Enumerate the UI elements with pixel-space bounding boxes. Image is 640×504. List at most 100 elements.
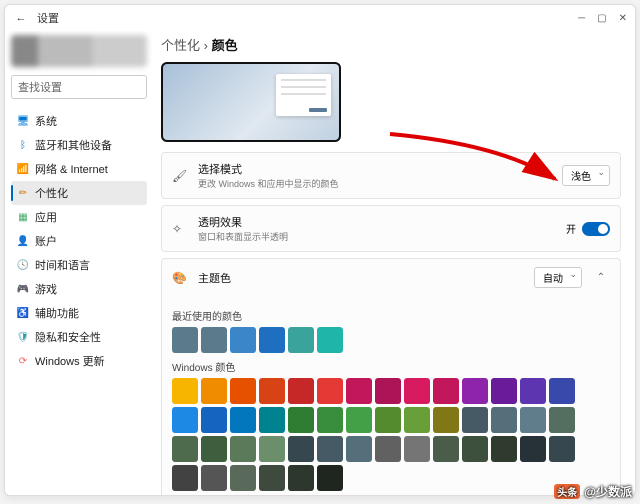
windows-color-swatch[interactable]	[172, 436, 198, 462]
minimize-button[interactable]: ─	[578, 13, 585, 24]
windows-color-swatch[interactable]	[404, 407, 430, 433]
mode-title: 选择模式	[198, 161, 552, 177]
windows-color-swatch[interactable]	[172, 378, 198, 404]
search-input[interactable]: 查找设置	[11, 75, 147, 99]
windows-color-swatch[interactable]	[288, 407, 314, 433]
windows-color-swatch[interactable]	[491, 378, 517, 404]
windows-color-swatch[interactable]	[259, 407, 285, 433]
windows-color-swatch[interactable]	[462, 378, 488, 404]
windows-color-swatch[interactable]	[404, 378, 430, 404]
recent-color-swatch[interactable]	[288, 327, 314, 353]
sidebar-item-4[interactable]: ▦应用	[11, 205, 147, 229]
nav-icon: 📶	[17, 163, 29, 175]
breadcrumb-current: 颜色	[212, 38, 238, 53]
accent-select[interactable]: 自动	[534, 267, 582, 288]
recent-color-swatch[interactable]	[259, 327, 285, 353]
sidebar-item-5[interactable]: 👤账户	[11, 229, 147, 253]
windows-color-swatch[interactable]	[375, 407, 401, 433]
windows-colors-label: Windows 颜色	[172, 359, 610, 374]
windows-color-swatch[interactable]	[230, 465, 256, 491]
breadcrumb: 个性化 › 颜色	[161, 35, 621, 54]
windows-color-swatch[interactable]	[201, 407, 227, 433]
mode-desc: 更改 Windows 和应用中显示的颜色	[198, 177, 552, 190]
windows-color-swatch[interactable]	[230, 436, 256, 462]
sidebar-item-6[interactable]: 🕓时间和语言	[11, 253, 147, 277]
windows-color-swatch[interactable]	[317, 407, 343, 433]
sidebar-item-0[interactable]: 🖥系统	[11, 109, 147, 133]
windows-color-swatch[interactable]	[288, 378, 314, 404]
sidebar-item-10[interactable]: ⟳Windows 更新	[11, 349, 147, 373]
mode-select[interactable]: 浅色	[562, 165, 610, 186]
windows-color-swatch[interactable]	[230, 407, 256, 433]
sidebar-item-2[interactable]: 📶网络 & Internet	[11, 157, 147, 181]
brush-icon: 🖌	[172, 169, 188, 183]
windows-color-swatch[interactable]	[433, 378, 459, 404]
close-button[interactable]: ✕	[619, 13, 627, 24]
windows-color-swatch[interactable]	[520, 436, 546, 462]
windows-color-swatch[interactable]	[491, 407, 517, 433]
windows-color-swatch[interactable]	[549, 378, 575, 404]
windows-color-swatch[interactable]	[549, 407, 575, 433]
windows-color-swatch[interactable]	[491, 436, 517, 462]
recent-color-swatch[interactable]	[201, 327, 227, 353]
profile-area[interactable]	[11, 35, 147, 67]
windows-color-swatch[interactable]	[346, 378, 372, 404]
nav-icon: ⟳	[17, 355, 29, 367]
windows-color-swatch[interactable]	[230, 378, 256, 404]
windows-color-swatch[interactable]	[288, 436, 314, 462]
accent-panel: 🎨 主题色 自动 ⌃ 最近使用的颜色 Windows 颜色 自定义颜色	[161, 258, 621, 495]
sidebar-item-7[interactable]: 🎮游戏	[11, 277, 147, 301]
sidebar-item-3[interactable]: ✏个性化	[11, 181, 147, 205]
windows-color-swatch[interactable]	[317, 378, 343, 404]
nav-icon: 👤	[17, 235, 29, 247]
recent-color-swatch[interactable]	[317, 327, 343, 353]
recent-color-swatch[interactable]	[230, 327, 256, 353]
windows-color-swatch[interactable]	[346, 407, 372, 433]
windows-color-swatch[interactable]	[433, 436, 459, 462]
windows-color-swatch[interactable]	[346, 436, 372, 462]
windows-color-swatch[interactable]	[201, 465, 227, 491]
sparkle-icon: ✧	[172, 222, 188, 236]
windows-color-swatch[interactable]	[172, 407, 198, 433]
nav-icon: ᛒ	[17, 139, 29, 151]
sidebar-item-9[interactable]: 🛡隐私和安全性	[11, 325, 147, 349]
collapse-button[interactable]: ⌃	[592, 272, 610, 283]
windows-color-swatch[interactable]	[317, 436, 343, 462]
windows-color-swatch[interactable]	[462, 407, 488, 433]
windows-color-swatch[interactable]	[288, 465, 314, 491]
nav-icon: ✏	[17, 187, 29, 199]
windows-color-swatch[interactable]	[201, 436, 227, 462]
windows-color-swatch[interactable]	[375, 378, 401, 404]
settings-window: ← 设置 ─ ▢ ✕ 查找设置 🖥系统ᛒ蓝牙和其他设备📶网络 & Interne…	[4, 4, 636, 496]
windows-color-swatch[interactable]	[520, 378, 546, 404]
windows-color-swatch[interactable]	[172, 465, 198, 491]
windows-color-swatch[interactable]	[375, 436, 401, 462]
windows-color-swatch[interactable]	[462, 436, 488, 462]
windows-color-swatch[interactable]	[201, 378, 227, 404]
palette-icon: 🎨	[172, 271, 188, 285]
recent-colors-label: 最近使用的颜色	[172, 308, 610, 323]
sidebar: 查找设置 🖥系统ᛒ蓝牙和其他设备📶网络 & Internet✏个性化▦应用👤账户…	[5, 31, 153, 495]
back-button[interactable]: ←	[13, 12, 29, 24]
nav-icon: 🖥	[17, 115, 29, 127]
transparency-title: 透明效果	[198, 214, 556, 230]
windows-color-swatch[interactable]	[404, 436, 430, 462]
windows-color-swatch[interactable]	[520, 407, 546, 433]
recent-color-swatch[interactable]	[172, 327, 198, 353]
main-content: 个性化 › 颜色 🖌 选择模式 更改 Windows 和应用中显示的颜色 浅色	[153, 31, 635, 495]
accent-title: 主题色	[198, 270, 524, 286]
watermark: 头条 @少数派	[554, 483, 632, 500]
maximize-button[interactable]: ▢	[597, 13, 606, 24]
windows-color-swatch[interactable]	[317, 465, 343, 491]
theme-preview[interactable]	[161, 62, 341, 142]
nav-icon: 🕓	[17, 259, 29, 271]
breadcrumb-parent[interactable]: 个性化	[161, 38, 200, 53]
windows-color-swatch[interactable]	[259, 378, 285, 404]
sidebar-item-8[interactable]: ♿辅助功能	[11, 301, 147, 325]
windows-color-swatch[interactable]	[259, 436, 285, 462]
sidebar-item-1[interactable]: ᛒ蓝牙和其他设备	[11, 133, 147, 157]
windows-color-swatch[interactable]	[433, 407, 459, 433]
transparency-toggle[interactable]	[582, 222, 610, 236]
windows-color-swatch[interactable]	[549, 436, 575, 462]
windows-color-swatch[interactable]	[259, 465, 285, 491]
